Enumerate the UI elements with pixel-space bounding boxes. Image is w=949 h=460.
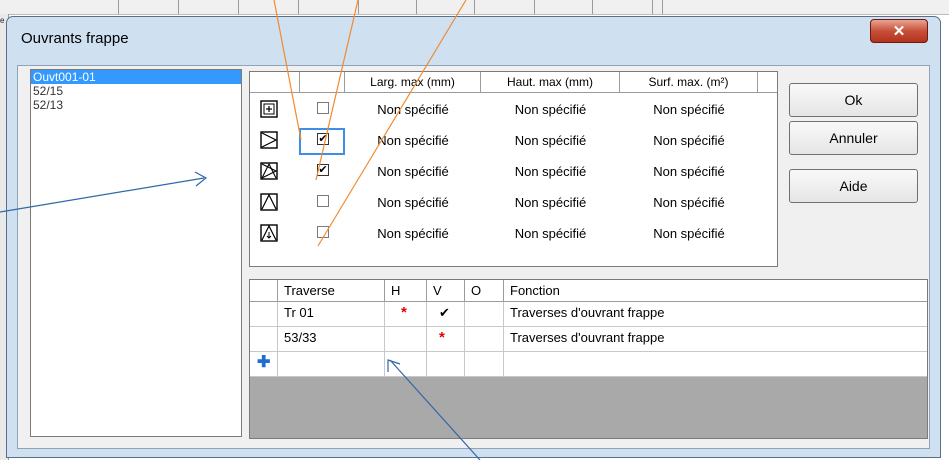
traverse-cell[interactable]: 53/33 <box>278 327 385 351</box>
background-cell <box>60 0 119 14</box>
table-row[interactable]: 53/33 * Traverses d'ouvrant frappe <box>250 327 927 352</box>
traverse-cell[interactable] <box>278 352 385 376</box>
opening-row[interactable]: ✔ Non spécifié Non spécifié Non spécifié <box>250 125 777 156</box>
opening-checkbox[interactable] <box>317 102 329 114</box>
background-corner-text: e <box>0 16 5 25</box>
background-cell <box>652 0 663 14</box>
header-row-indicator <box>250 280 278 301</box>
tilt-turn-icon <box>260 162 278 180</box>
add-row-icon[interactable]: ✚ <box>250 352 278 376</box>
opening-row[interactable]: Non spécifié Non spécifié Non spécifié <box>250 94 777 125</box>
opening-types-grid: Larg. max (mm) Haut. max (mm) Surf. max.… <box>249 71 778 267</box>
required-star-icon[interactable]: * <box>385 302 427 326</box>
dialog-titlebar[interactable]: Ouvrants frappe ✕ <box>7 17 940 63</box>
background-cell <box>298 0 359 14</box>
larg-max-cell[interactable]: Non spécifié <box>345 218 481 249</box>
surf-max-cell[interactable]: Non spécifié <box>620 125 758 156</box>
background-cell <box>118 0 179 14</box>
larg-max-cell[interactable]: Non spécifié <box>345 187 481 218</box>
traverse-grid: Traverse H V O Fonction Tr 01 * ✔ Traver… <box>249 279 928 439</box>
ouvrants-frappe-dialog: Ouvrants frappe ✕ Ouvt001-01 52/15 52/13… <box>6 16 941 458</box>
fonction-cell[interactable]: Traverses d'ouvrant frappe <box>504 327 927 351</box>
dialog-client-area: Ouvt001-01 52/15 52/13 Larg. max (mm) Ha… <box>17 65 930 449</box>
opening-checkbox[interactable] <box>317 195 329 207</box>
h-cell[interactable] <box>385 352 427 376</box>
header-traverse: Traverse <box>278 280 385 301</box>
header-haut-max: Haut. max (mm) <box>481 72 620 92</box>
surf-max-cell[interactable]: Non spécifié <box>620 218 758 249</box>
checkmark-icon[interactable]: ✔ <box>427 302 465 326</box>
row-indicator[interactable] <box>250 327 278 351</box>
ok-button[interactable]: Ok <box>789 83 918 117</box>
haut-max-cell[interactable]: Non spécifié <box>481 125 620 156</box>
row-indicator[interactable] <box>250 302 278 326</box>
bottom-hung-icon <box>260 193 278 211</box>
background-cell <box>178 0 239 14</box>
list-item[interactable]: 52/15 <box>31 84 241 98</box>
header-check-column <box>300 72 345 92</box>
haut-max-cell[interactable]: Non spécifié <box>481 218 620 249</box>
v-cell[interactable] <box>427 352 465 376</box>
h-cell[interactable] <box>385 327 427 351</box>
list-item-label: 52/13 <box>33 98 64 112</box>
opening-checkbox[interactable] <box>317 226 329 238</box>
close-button[interactable]: ✕ <box>870 19 928 43</box>
background-cell <box>358 0 417 14</box>
background-cell <box>592 0 653 14</box>
list-item[interactable]: Ouvt001-01 <box>31 70 241 84</box>
opening-row[interactable]: Non spécifié Non spécifié Non spécifié <box>250 218 777 249</box>
list-item[interactable]: 52/13 <box>31 98 241 112</box>
haut-max-cell[interactable]: Non spécifié <box>481 94 620 125</box>
header-v: V <box>427 280 465 301</box>
surf-max-cell[interactable]: Non spécifié <box>620 187 758 218</box>
header-h: H <box>385 280 427 301</box>
larg-max-cell[interactable]: Non spécifié <box>345 94 481 125</box>
opening-row[interactable]: Non spécifié Non spécifié Non spécifié <box>250 187 777 218</box>
side-hung-right-icon <box>260 131 278 149</box>
table-row[interactable]: Tr 01 * ✔ Traverses d'ouvrant frappe <box>250 302 927 327</box>
header-o: O <box>465 280 504 301</box>
background-cell <box>416 0 475 14</box>
required-star-icon[interactable]: * <box>427 327 465 351</box>
checkmark-icon: ✔ <box>318 133 328 145</box>
background-cell <box>474 0 535 14</box>
grid-header: Traverse H V O Fonction <box>250 280 927 302</box>
haut-max-cell[interactable]: Non spécifié <box>481 156 620 187</box>
fonction-cell[interactable] <box>504 352 927 376</box>
close-icon: ✕ <box>892 23 906 40</box>
background-cell <box>238 0 299 14</box>
haut-max-cell[interactable]: Non spécifié <box>481 187 620 218</box>
opening-checkbox[interactable]: ✔ <box>317 164 329 176</box>
larg-max-cell[interactable]: Non spécifié <box>345 125 481 156</box>
header-larg-max: Larg. max (mm) <box>345 72 481 92</box>
help-button[interactable]: Aide <box>789 169 918 203</box>
fonction-cell[interactable]: Traverses d'ouvrant frappe <box>504 302 927 326</box>
list-item-label: Ouvt001-01 <box>33 70 96 84</box>
opening-list[interactable]: Ouvt001-01 52/15 52/13 <box>30 69 242 437</box>
opening-checkbox[interactable]: ✔ <box>317 133 329 145</box>
larg-max-cell[interactable]: Non spécifié <box>345 156 481 187</box>
checkmark-icon: ✔ <box>318 164 328 176</box>
o-cell[interactable] <box>465 352 504 376</box>
grid-header: Larg. max (mm) Haut. max (mm) Surf. max.… <box>250 72 777 93</box>
header-fonction: Fonction <box>510 283 560 298</box>
bottom-hung-arrow-icon <box>260 224 278 242</box>
background-cell <box>534 0 593 14</box>
dialog-title: Ouvrants frappe <box>21 30 129 47</box>
traverse-cell[interactable]: Tr 01 <box>278 302 385 326</box>
surf-max-cell[interactable]: Non spécifié <box>620 94 758 125</box>
new-row[interactable]: ✚ <box>250 352 927 377</box>
o-cell[interactable] <box>465 327 504 351</box>
header-icon-column <box>250 72 300 92</box>
background-grid-strip <box>0 0 949 15</box>
surf-max-cell[interactable]: Non spécifié <box>620 156 758 187</box>
opening-row[interactable]: ✔ Non spécifié Non spécifié Non spécifié <box>250 156 777 187</box>
cancel-button[interactable]: Annuler <box>789 121 918 155</box>
o-cell[interactable] <box>465 302 504 326</box>
fixed-frame-icon <box>260 100 278 118</box>
list-item-label: 52/15 <box>33 84 64 98</box>
header-surf-max: Surf. max. (m²) <box>620 72 758 92</box>
